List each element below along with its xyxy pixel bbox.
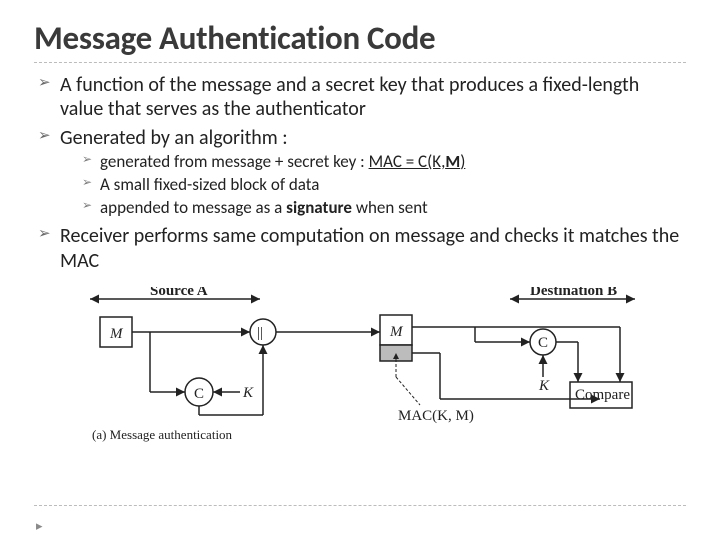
box-M-dest: M xyxy=(389,324,404,340)
sub-bullet-1-post: ) xyxy=(460,151,465,172)
sub-bullet-2: A small fixed-sized block of data xyxy=(82,175,686,196)
footer-marker-icon: ▸ xyxy=(36,519,43,534)
bullet-2-text: Generated by an algorithm : xyxy=(60,126,288,150)
sub-bullet-1: generated from message + secret key : MA… xyxy=(82,152,686,173)
bullet-2: Generated by an algorithm : generated fr… xyxy=(38,126,686,219)
sub-bullet-3-bold: signature xyxy=(286,197,352,218)
sub-bullet-3: appended to message as a signature when … xyxy=(82,198,686,219)
sub-bullet-1-mid: MAC = C(K, xyxy=(369,151,446,172)
sub-bullet-1-underline: MAC = C(K,M) xyxy=(369,151,466,172)
label-dest-b: Destination B xyxy=(530,287,617,299)
box-M-source: M xyxy=(109,326,124,342)
title-divider xyxy=(34,62,686,63)
label-K-dest: K xyxy=(538,378,550,394)
slide-title: Message Authentication Code xyxy=(34,18,686,58)
circle-concat: || xyxy=(257,325,263,341)
sub-bullet-1-pre: generated from message + secret key : xyxy=(100,151,369,172)
label-mac-km: MAC(K, M) xyxy=(398,408,474,424)
sub-bullet-1-inner: M xyxy=(445,151,460,172)
sub-bullet-3-pre: appended to message as a xyxy=(100,197,286,218)
circle-C-dest: C xyxy=(538,335,548,351)
mac-diagram: Source A Destination B M K C xyxy=(80,287,640,447)
diagram-caption: (a) Message authentication xyxy=(92,427,233,442)
box-compare: Compare xyxy=(575,387,630,403)
sub-bullet-list: generated from message + secret key : MA… xyxy=(60,152,686,218)
label-K-source: K xyxy=(242,385,254,401)
sub-bullet-3-post: when sent xyxy=(352,197,428,218)
footer-divider xyxy=(34,505,686,506)
bullet-list: A function of the message and a secret k… xyxy=(34,73,686,273)
label-source-a: Source A xyxy=(150,287,208,299)
bullet-1: A function of the message and a secret k… xyxy=(38,73,686,122)
bullet-3: Receiver performs same computation on me… xyxy=(38,224,686,273)
circle-C-source: C xyxy=(194,386,204,402)
